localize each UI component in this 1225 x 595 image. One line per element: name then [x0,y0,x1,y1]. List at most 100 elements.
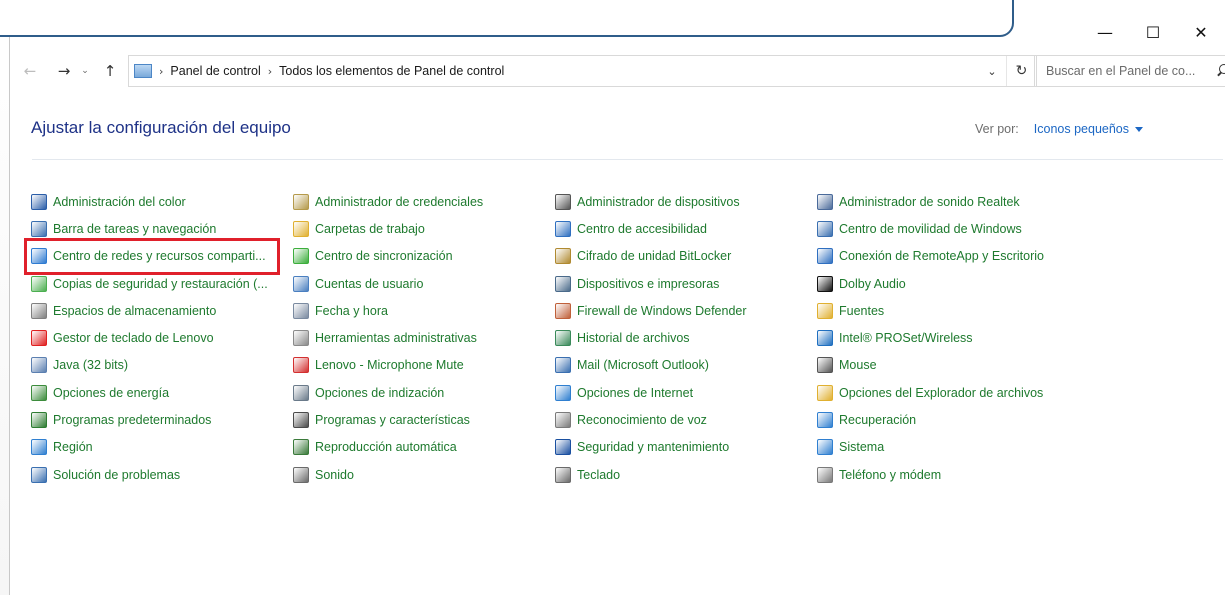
control-panel-item-label: Opciones de indización [315,385,445,400]
control-panel-item[interactable]: Centro de movilidad de Windows [817,215,1079,242]
view-by-dropdown[interactable]: Iconos pequeños [1034,122,1129,136]
control-panel-item[interactable]: Seguridad y mantenimiento [555,434,817,461]
network-center-icon [31,248,47,265]
control-panel-item[interactable]: Recuperación [817,406,1079,433]
window-controls: — ☐ ✕ [1081,18,1225,46]
search-icon[interactable] [1215,63,1225,79]
control-panel-item[interactable]: Mail (Microsoft Outlook) [555,352,817,379]
back-arrow-icon[interactable]: ← [18,59,42,83]
control-panel-item[interactable]: Lenovo - Microphone Mute [293,352,555,379]
up-arrow-icon[interactable]: ↑ [98,59,122,83]
control-panel-item-label: Sonido [315,467,354,482]
control-panel-item[interactable]: Solución de problemas [31,461,293,488]
admin-tools-icon [293,330,309,347]
control-panel-item-label: Dolby Audio [839,276,906,291]
control-panel-item-label: Mouse [839,358,877,373]
search-input[interactable] [1046,64,1211,78]
control-panel-item-label: Programas y características [315,413,470,428]
control-panel-item[interactable]: Sonido [293,461,555,488]
control-panel-item[interactable]: Firewall de Windows Defender [555,297,817,324]
control-panel-item[interactable]: Opciones del Explorador de archivos [817,379,1079,406]
control-panel-item-label: Conexión de RemoteApp y Escritorio [839,249,1044,264]
search-box[interactable] [1034,55,1225,87]
control-panel-item-label: Copias de seguridad y restauración (... [53,276,268,291]
color-management-icon [31,193,47,210]
control-panel-item-label: Intel® PROSet/Wireless [839,331,973,346]
control-panel-item-label: Fecha y hora [315,303,388,318]
control-panel-item[interactable]: Administrador de credenciales [293,188,555,215]
control-panel-item[interactable]: Sistema [817,434,1079,461]
control-panel-item-label: Lenovo - Microphone Mute [315,358,464,373]
control-panel-item-label: Sistema [839,440,885,455]
dolby-icon [817,275,833,292]
control-panel-item[interactable]: Intel® PROSet/Wireless [817,324,1079,351]
breadcrumb-all-items[interactable]: Todos los elementos de Panel de control [279,64,504,78]
control-panel-item-highlighted[interactable]: Centro de redes y recursos comparti... [24,237,280,275]
control-panel-item[interactable]: Dolby Audio [817,270,1079,297]
control-panel-item[interactable]: Reconocimiento de voz [555,406,817,433]
address-dropdown-chevron-icon[interactable]: ⌄ [978,56,1006,86]
control-panel-item[interactable]: Programas y características [293,406,555,433]
control-panel-item[interactable]: Opciones de Internet [555,379,817,406]
callout-overlay [0,0,1014,37]
control-panel-item-label: Opciones del Explorador de archivos [839,385,1044,400]
default-programs-icon [31,412,47,429]
realtek-audio-icon [817,193,833,210]
control-panel-item[interactable]: Opciones de indización [293,379,555,406]
recovery-icon [817,412,833,429]
recent-locations-chevron-icon[interactable]: ⌄ [78,59,92,83]
control-panel-item-label: Recuperación [839,413,917,428]
control-panel-item[interactable]: Carpetas de trabajo [293,215,555,242]
control-panel-item-label: Solución de problemas [53,467,181,482]
control-panel-item-label: Centro de redes y recursos comparti... [53,249,266,264]
control-panel-item[interactable]: Centro de sincronización [293,243,555,270]
control-panel-item[interactable]: Dispositivos e impresoras [555,270,817,297]
control-panel-item[interactable]: Copias de seguridad y restauración (... [31,270,293,297]
credential-manager-icon [293,193,309,210]
control-panel-item[interactable]: Opciones de energía [31,379,293,406]
fonts-icon [817,302,833,319]
control-panel-item[interactable]: Región [31,434,293,461]
control-panel-item[interactable]: Historial de archivos [555,324,817,351]
items-column-2: Administrador de credenciales Carpetas de… [293,188,555,488]
control-panel-item[interactable]: Administración del color [31,188,293,215]
control-panel-item-label: Firewall de Windows Defender [577,303,747,318]
refresh-icon[interactable]: ↻ [1006,56,1036,86]
control-panel-item[interactable]: Barra de tareas y navegación [31,215,293,242]
control-panel-item-label: Mail (Microsoft Outlook) [577,358,709,373]
control-panel-item[interactable]: Espacios de almacenamiento [31,297,293,324]
control-panel-item-label: Centro de sincronización [315,249,453,264]
control-panel-item[interactable]: Cifrado de unidad BitLocker [555,243,817,270]
control-panel-item[interactable]: Teléfono y módem [817,461,1079,488]
control-panel-item[interactable]: Herramientas administrativas [293,324,555,351]
items-column-4: Administrador de sonido Realtek Centro de… [817,188,1079,488]
control-panel-item[interactable]: Reproducción automática [293,434,555,461]
sync-center-icon [293,248,309,265]
control-panel-item-label: Barra de tareas y navegación [53,221,217,236]
control-panel-item[interactable]: Teclado [555,461,817,488]
control-panel-item[interactable]: Centro de accesibilidad [555,215,817,242]
close-button[interactable]: ✕ [1177,18,1225,46]
maximize-button[interactable]: ☐ [1129,18,1177,46]
control-panel-item-label: Cuentas de usuario [315,276,424,291]
control-panel-item[interactable]: Mouse [817,352,1079,379]
control-panel-item-label: Teclado [577,467,621,482]
breadcrumb-control-panel[interactable]: Panel de control [170,64,260,78]
forward-arrow-icon[interactable]: → [52,59,76,83]
control-panel-item[interactable]: Administrador de dispositivos [555,188,817,215]
control-panel-item[interactable]: Administrador de sonido Realtek [817,188,1079,215]
control-panel-item-label: Centro de accesibilidad [577,221,707,236]
control-panel-item-label: Reproducción automática [315,440,457,455]
control-panel-item[interactable]: Conexión de RemoteApp y Escritorio [817,243,1079,270]
view-by-caret-icon[interactable] [1135,126,1143,132]
control-panel-item[interactable]: Cuentas de usuario [293,270,555,297]
minimize-button[interactable]: — [1081,18,1129,46]
control-panel-item[interactable]: Fecha y hora [293,297,555,324]
control-panel-item[interactable]: Java (32 bits) [31,352,293,379]
control-panel-item[interactable]: Gestor de teclado de Lenovo [31,324,293,351]
address-bar[interactable]: › Panel de control › Todos los elementos… [128,55,1037,87]
mobility-center-icon [817,220,833,237]
control-panel-item-label: Herramientas administrativas [315,331,477,346]
control-panel-item[interactable]: Fuentes [817,297,1079,324]
control-panel-item[interactable]: Programas predeterminados [31,406,293,433]
